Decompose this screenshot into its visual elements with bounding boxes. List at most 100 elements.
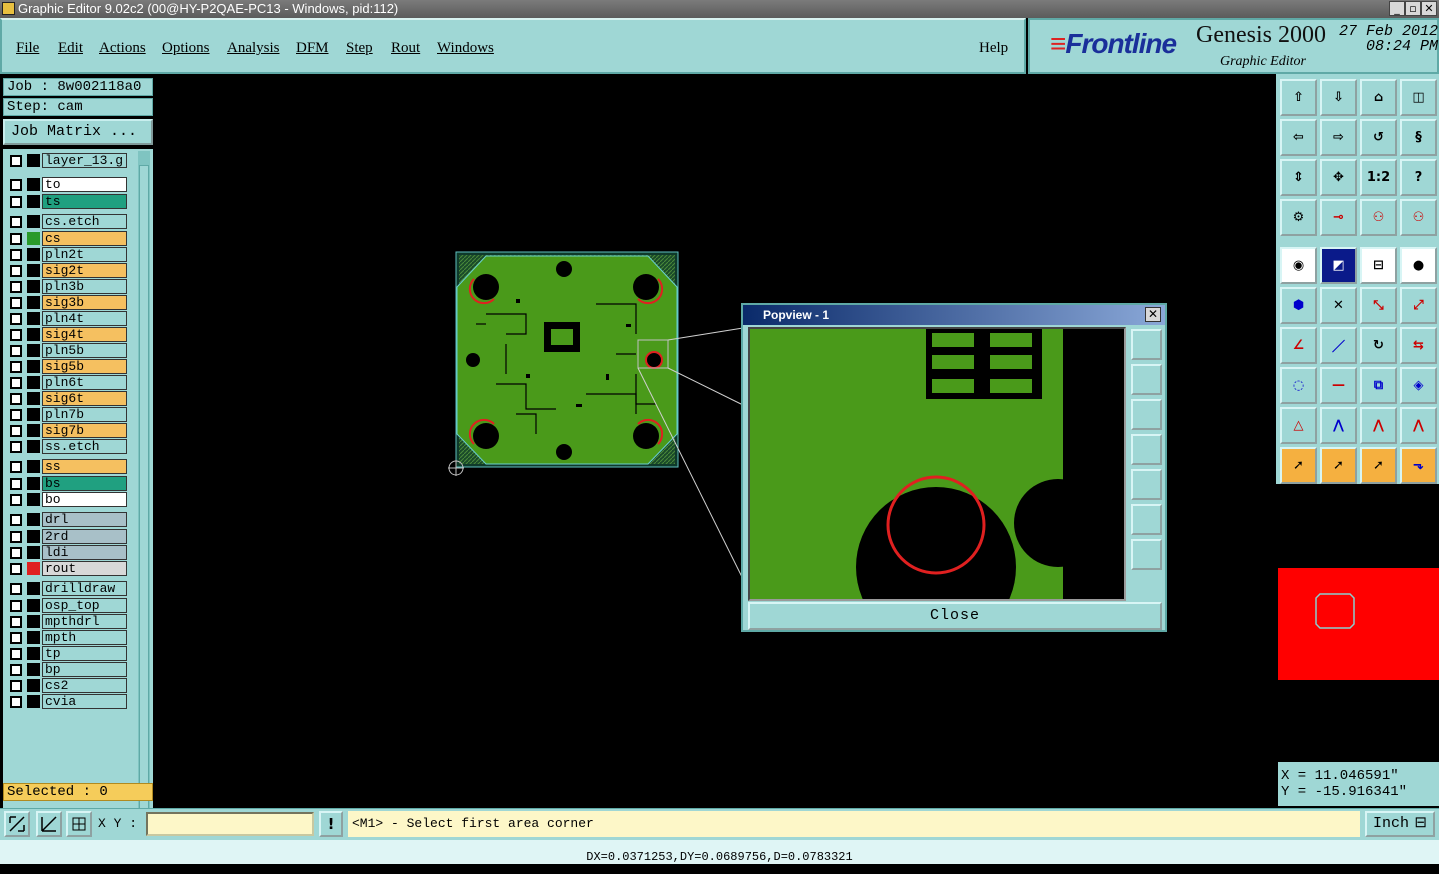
layer-row[interactable]: pln5b	[6, 343, 128, 358]
flip-icon[interactable]: ⇆	[1400, 327, 1437, 364]
layer-checkbox[interactable]	[10, 377, 22, 389]
xy-input[interactable]	[146, 812, 314, 836]
move-icon[interactable]: ✕	[1320, 287, 1357, 324]
layer-checkbox[interactable]	[10, 409, 22, 421]
home-down-icon[interactable]: ⇩	[1320, 79, 1357, 116]
pointer-net-icon[interactable]: ⬎	[1400, 447, 1437, 484]
menu-windows[interactable]: Windows	[437, 40, 494, 57]
netlist-icon[interactable]: ⊸	[1320, 199, 1357, 236]
layer-row[interactable]: drilldraw	[6, 581, 128, 596]
layer-row[interactable]: pln4t	[6, 311, 128, 326]
popview-close-icon[interactable]: ✕	[1145, 307, 1161, 322]
layer-row[interactable]: cs.etch	[6, 214, 128, 229]
scale-1-2-icon[interactable]: 1:2	[1360, 159, 1397, 196]
dot-icon[interactable]: ●	[1400, 247, 1437, 284]
layer-row[interactable]: cvia	[6, 694, 128, 709]
layer-compare-2-icon[interactable]: ⚇	[1400, 199, 1437, 236]
layer-row[interactable]: bp	[6, 662, 128, 677]
home-top-icon[interactable]: ⇧	[1280, 79, 1317, 116]
snap-icon[interactable]: ⤡	[1360, 287, 1397, 324]
menu-file[interactable]: File	[16, 40, 39, 57]
help-icon[interactable]: ?	[1400, 159, 1437, 196]
menu-step[interactable]: Step	[346, 40, 373, 57]
menu-dfm[interactable]: DFM	[296, 40, 329, 57]
layer-checkbox[interactable]	[10, 233, 22, 245]
layer-checkbox[interactable]	[10, 600, 22, 612]
layer-row[interactable]: pln2t	[6, 247, 128, 262]
layer-checkbox[interactable]	[10, 632, 22, 644]
menu-help[interactable]: Help	[979, 40, 1008, 57]
line-icon[interactable]: ／	[1320, 327, 1357, 364]
layer-row[interactable]: sig4t	[6, 327, 128, 342]
pan-left-icon[interactable]: ⇦	[1280, 119, 1317, 156]
layer-checkbox[interactable]	[10, 425, 22, 437]
select-pad-icon[interactable]: ◌	[1280, 367, 1317, 404]
layer-checkbox[interactable]	[10, 583, 22, 595]
layer-row[interactable]: drl	[6, 512, 128, 527]
pointer-icon[interactable]: ➚	[1280, 447, 1317, 484]
pan-right-icon[interactable]: ⇨	[1320, 119, 1357, 156]
layer-row[interactable]: mpthdrl	[6, 614, 128, 629]
layer-checkbox[interactable]	[10, 329, 22, 341]
layer-checkbox[interactable]	[10, 547, 22, 559]
layer-row[interactable]: layer_13.g	[6, 153, 128, 168]
layer-checkbox[interactable]	[10, 461, 22, 473]
popview-pan-up-icon[interactable]	[1131, 364, 1162, 395]
layer-scrollbar[interactable]	[138, 151, 150, 853]
layer-row[interactable]: pln3b	[6, 279, 128, 294]
layer-row[interactable]: sig7b	[6, 423, 128, 438]
popview-zoom-out-icon[interactable]	[1131, 539, 1162, 570]
layer-row[interactable]: ss.etch	[6, 439, 128, 454]
layer-row[interactable]: pln7b	[6, 407, 128, 422]
popview-pan-right-icon[interactable]	[1131, 469, 1162, 500]
layer-checkbox[interactable]	[10, 680, 22, 692]
layer-checkbox[interactable]	[10, 664, 22, 676]
close-window-button[interactable]: ✕	[1421, 1, 1437, 16]
ruler-icon[interactable]: ⊟	[1360, 247, 1397, 284]
layer-checkbox[interactable]	[10, 531, 22, 543]
layer-checkbox[interactable]	[10, 345, 22, 357]
color-icon[interactable]: ◩	[1320, 247, 1357, 284]
layer-row[interactable]: bo	[6, 492, 128, 507]
layer-row[interactable]: cs	[6, 231, 128, 246]
menu-actions[interactable]: Actions	[99, 40, 146, 57]
layer-checkbox[interactable]	[10, 249, 22, 261]
maximize-button[interactable]: ▫	[1405, 1, 1421, 16]
layer-checkbox[interactable]	[10, 696, 22, 708]
layer-row[interactable]: sig3b	[6, 295, 128, 310]
layer-checkbox[interactable]	[10, 281, 22, 293]
layer-row[interactable]: to	[6, 177, 128, 192]
layer-checkbox[interactable]	[10, 361, 22, 373]
pointer-area-icon[interactable]: ➚	[1360, 447, 1397, 484]
triangle-3-icon[interactable]: ⋀	[1360, 407, 1397, 444]
layer-row[interactable]: cs2	[6, 678, 128, 693]
layer-checkbox[interactable]	[10, 155, 22, 167]
layer-checkbox[interactable]	[10, 441, 22, 453]
copy-icon[interactable]: ⧉	[1360, 367, 1397, 404]
unit-selector[interactable]: Inch ⊟	[1365, 811, 1435, 837]
layer-row[interactable]: osp_top	[6, 598, 128, 613]
layer-row[interactable]: 2rd	[6, 529, 128, 544]
popview-viewport[interactable]	[748, 327, 1126, 601]
pad-icon[interactable]: ◉	[1280, 247, 1317, 284]
layer-row[interactable]: rout	[6, 561, 128, 576]
layer-row[interactable]: ldi	[6, 545, 128, 560]
layer-row[interactable]: sig6t	[6, 391, 128, 406]
layer-checkbox[interactable]	[10, 478, 22, 490]
popview-fit-icon[interactable]	[1131, 329, 1162, 360]
snap-2-icon[interactable]: ⤢	[1400, 287, 1437, 324]
arc-icon[interactable]: ↻	[1360, 327, 1397, 364]
layer-checkbox[interactable]	[10, 216, 22, 228]
fit-center-icon[interactable]: ✥	[1320, 159, 1357, 196]
contour-icon[interactable]: ◈	[1400, 367, 1437, 404]
layer-checkbox[interactable]	[10, 196, 22, 208]
layer-compare-icon[interactable]: ⚇	[1360, 199, 1397, 236]
line-angle-icon[interactable]: ∠	[1280, 327, 1317, 364]
popview-pan-left-icon[interactable]	[1131, 434, 1162, 465]
popview-pan-down-icon[interactable]	[1131, 399, 1162, 430]
layer-checkbox[interactable]	[10, 297, 22, 309]
menu-options[interactable]: Options	[162, 40, 210, 57]
menu-rout[interactable]: Rout	[391, 40, 420, 57]
layer-checkbox[interactable]	[10, 393, 22, 405]
layer-checkbox[interactable]	[10, 494, 22, 506]
